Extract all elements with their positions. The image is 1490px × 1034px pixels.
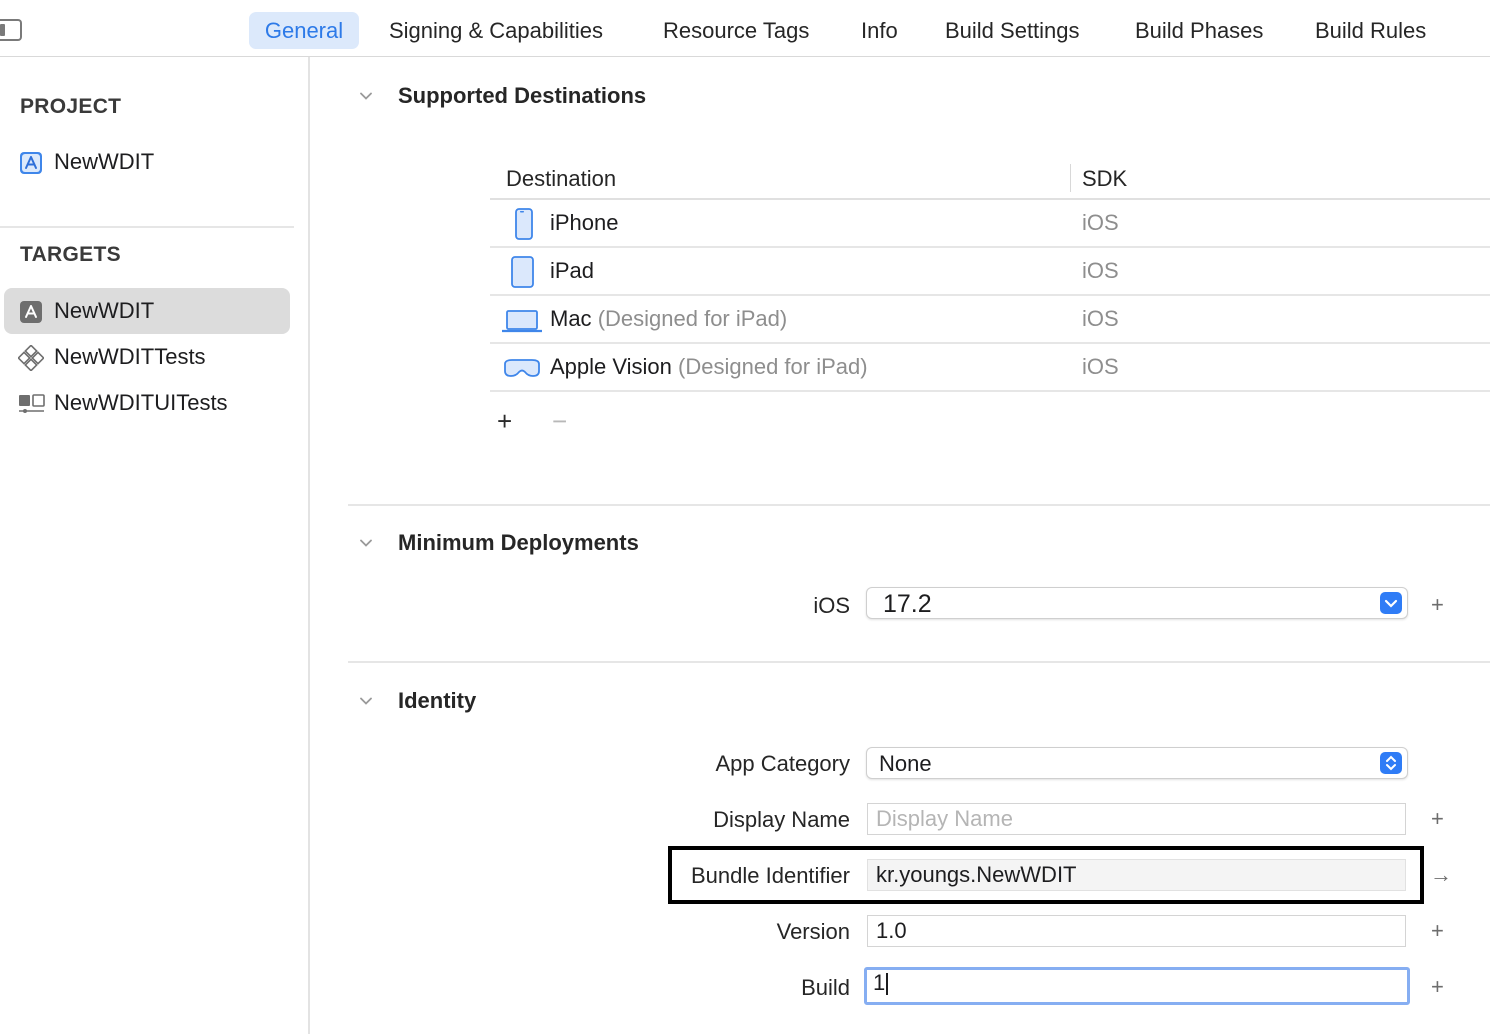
iphone-icon [502, 208, 542, 240]
add-version-button[interactable]: + [1431, 920, 1444, 942]
bundle-identifier-field[interactable]: kr.youngs.NewWDIT [867, 859, 1406, 891]
xcode-project-icon [18, 150, 44, 174]
sidebar-item-target-ui-tests[interactable]: NewWDITUITests [4, 380, 290, 426]
sidebar-divider [0, 226, 294, 228]
table-row[interactable]: Mac (Designed for iPad) iOS [490, 296, 1490, 344]
editor-tab-bar: General Signing & Capabilities Resource … [0, 0, 1490, 57]
tab-info[interactable]: Info [861, 12, 898, 49]
destination-sdk: iOS [1082, 210, 1119, 235]
destination-name: Mac (Designed for iPad) [550, 296, 787, 342]
build-label: Build [801, 975, 850, 1000]
destination-name: Apple Vision (Designed for iPad) [550, 344, 868, 390]
section-divider [348, 661, 1490, 663]
project-section-header: PROJECT [20, 95, 122, 118]
destination-name-text: Mac [550, 306, 592, 331]
up-down-chevron-icon[interactable] [1380, 752, 1402, 774]
identity-title: Identity [398, 688, 477, 713]
ipad-icon [502, 256, 542, 288]
app-category-label: App Category [715, 751, 850, 776]
sidebar-item-label: NewWDIT [54, 149, 155, 174]
targets-section-header: TARGETS [20, 243, 121, 266]
destination-name: iPad [550, 258, 595, 283]
build-value: 1 [873, 970, 886, 995]
tab-signing-capabilities[interactable]: Signing & Capabilities [389, 12, 603, 49]
tab-general[interactable]: General [249, 12, 359, 49]
sidebar-item-label: NewWDITTests [54, 344, 206, 369]
column-header-sdk[interactable]: SDK [1082, 166, 1127, 192]
sidebar-item-label: NewWDITUITests [54, 390, 228, 415]
destination-sdk: iOS [1082, 258, 1119, 283]
tab-build-rules[interactable]: Build Rules [1315, 12, 1426, 49]
build-field[interactable]: 1 [864, 967, 1410, 1005]
table-row[interactable]: Apple Vision (Designed for iPad) iOS [490, 344, 1490, 392]
destination-name: iPhone [550, 210, 619, 235]
column-header-destination[interactable]: Destination [506, 166, 616, 192]
destination-sdk: iOS [1082, 306, 1119, 331]
ios-deployment-combo[interactable]: 17.2 [866, 587, 1408, 619]
chevron-down-icon[interactable] [360, 537, 372, 549]
ios-deployment-value: 17.2 [883, 590, 932, 618]
sidebar-item-target-app[interactable]: NewWDIT [4, 288, 290, 334]
tab-resource-tags[interactable]: Resource Tags [663, 12, 809, 49]
add-deployment-button[interactable]: + [1431, 594, 1444, 616]
add-destination-button[interactable]: + [497, 408, 512, 434]
chevron-down-icon[interactable] [1380, 592, 1402, 614]
add-display-name-button[interactable]: + [1431, 808, 1444, 830]
column-separator [1070, 164, 1071, 192]
tab-build-settings[interactable]: Build Settings [945, 12, 1080, 49]
arrow-right-icon[interactable]: → [1430, 862, 1452, 888]
version-label: Version [776, 919, 850, 944]
sidebar-item-project[interactable]: NewWDIT [4, 139, 290, 185]
sidebar-toggle-icon[interactable] [0, 19, 22, 41]
destination-subtitle: (Designed for iPad) [678, 354, 868, 379]
remove-destination-button[interactable]: − [552, 408, 567, 434]
table-row[interactable]: iPhone iOS [490, 200, 1490, 248]
app-category-popup[interactable]: None [866, 747, 1408, 779]
display-name-label: Display Name [713, 807, 850, 832]
add-build-button[interactable]: + [1431, 976, 1444, 998]
minimum-deployments-title: Minimum Deployments [398, 530, 639, 555]
chevron-down-icon[interactable] [360, 90, 372, 102]
tab-build-phases[interactable]: Build Phases [1135, 12, 1263, 49]
chevron-down-icon[interactable] [360, 695, 372, 707]
destination-sdk: iOS [1082, 354, 1119, 379]
display-name-field[interactable]: Display Name [867, 803, 1406, 835]
ui-test-icon [18, 391, 45, 415]
unit-test-icon [17, 344, 45, 372]
section-divider [348, 504, 1490, 506]
sidebar-item-target-tests[interactable]: NewWDITTests [4, 334, 290, 380]
mac-icon [500, 304, 544, 336]
version-field[interactable]: 1.0 [867, 915, 1406, 947]
supported-destinations-title: Supported Destinations [398, 83, 647, 108]
destinations-table-header: Destination SDK [490, 160, 1490, 200]
table-row[interactable]: iPad iOS [490, 248, 1490, 296]
vision-pro-icon [502, 352, 542, 384]
bundle-identifier-label: Bundle Identifier [691, 863, 850, 888]
app-category-value: None [879, 751, 932, 776]
ios-deployment-label: iOS [813, 593, 850, 618]
destination-subtitle: (Designed for iPad) [597, 306, 788, 331]
app-target-icon [18, 299, 44, 323]
sidebar-item-label: NewWDIT [54, 298, 155, 323]
text-cursor [886, 973, 889, 996]
project-navigator-sidebar: PROJECT NewWDIT TARGETS NewWDIT NewWDITT… [0, 57, 310, 1034]
destination-name-text: Apple Vision [550, 354, 672, 379]
